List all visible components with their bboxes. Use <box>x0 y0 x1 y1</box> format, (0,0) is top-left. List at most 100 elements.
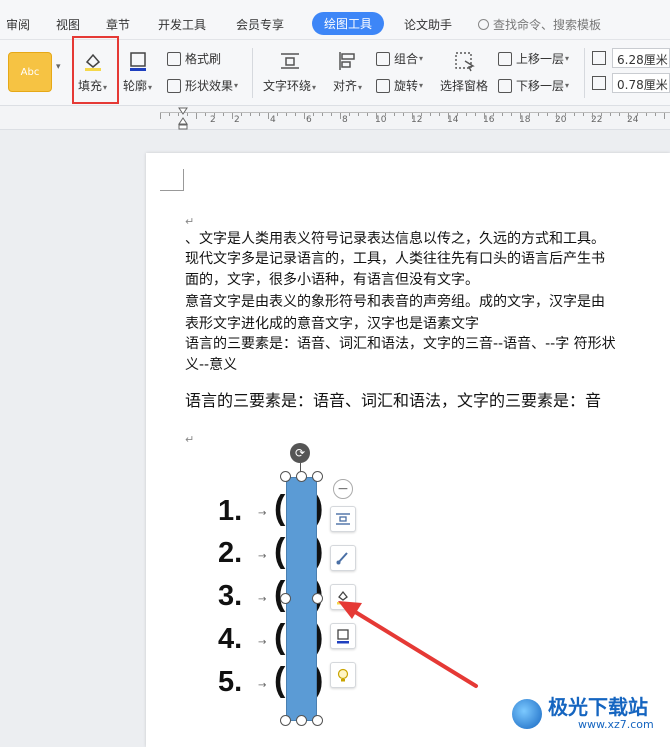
shape-height-input[interactable]: 0.78厘米 <box>612 73 670 93</box>
rotate-handle-icon[interactable]: ⟳ <box>290 443 310 463</box>
ruler-tick <box>520 113 521 119</box>
doc-line: 意音文字是由表义的象形符号和表音的声旁组。成的文字，汉字是由 <box>185 294 605 310</box>
ruler-tick <box>556 113 557 119</box>
layout-options-button[interactable] <box>330 506 356 532</box>
ruler-tick <box>367 113 368 116</box>
resize-handle[interactable] <box>280 715 291 726</box>
format-brush-label: 格式刷 <box>185 52 222 66</box>
text-wrap-icon <box>280 53 299 69</box>
ruler-tick <box>475 113 476 116</box>
shape-style-button[interactable] <box>330 545 356 571</box>
format-brush-button[interactable]: 格式刷 <box>167 50 221 67</box>
shape-style-sample[interactable]: Abc <box>8 52 52 92</box>
collapse-toolbar-icon[interactable]: − <box>333 479 353 499</box>
ruler-tick <box>322 113 323 116</box>
outline-button[interactable]: 轮廓▾ <box>123 50 152 94</box>
ruler-tick <box>304 113 305 119</box>
selection-pane-button[interactable]: 选择窗格 <box>440 50 488 94</box>
tab-chapter[interactable]: 章节 <box>106 16 130 33</box>
shape-effect-label: 形状效果 <box>185 79 234 93</box>
ruler-tick <box>637 113 638 116</box>
quick-outline-button[interactable] <box>330 623 356 649</box>
group-icon <box>376 51 390 66</box>
ruler-tick <box>619 113 620 116</box>
height-icon <box>592 76 606 90</box>
watermark-url: www.xz7.com <box>578 718 654 731</box>
ruler-number: 8 <box>342 115 348 125</box>
send-backward-button[interactable]: 下移一层 ▾ <box>498 77 569 94</box>
watermark-logo-icon <box>512 698 542 729</box>
tab-thesis-assistant[interactable]: 论文助手 <box>404 16 452 33</box>
tab-developer[interactable]: 开发工具 <box>158 16 206 33</box>
bring-forward-icon <box>498 51 512 66</box>
doc-serif-line: 语言的三要素是：语音、词汇和语法，文字的三要素是：音 <box>185 391 602 410</box>
shape-width-input[interactable]: 6.28厘米 <box>612 48 670 68</box>
resize-handle[interactable] <box>312 715 323 726</box>
style-more-icon[interactable]: ▾ <box>56 62 61 72</box>
align-button[interactable]: 对齐▾ <box>333 50 362 94</box>
resize-handle[interactable] <box>312 593 323 604</box>
tab-review[interactable]: 审阅 <box>6 16 30 33</box>
tab-arrow-icon: → <box>258 637 267 648</box>
ruler-track: 2 2 4 6 8 10 12 14 16 18 20 22 24 <box>160 112 670 125</box>
group-label: 组合 <box>394 52 419 66</box>
ruler-tick <box>385 113 386 116</box>
indent-marker-icon[interactable] <box>178 106 188 130</box>
command-search[interactable]: 查找命令、搜索模板 <box>478 16 601 33</box>
resize-handle[interactable] <box>280 593 291 604</box>
resize-handle[interactable] <box>280 471 291 482</box>
text-wrap-button[interactable]: 文字环绕▾ <box>263 50 316 94</box>
doc-line: 面的，文字，很多小语种，有语言但没有文字。 <box>185 272 479 288</box>
open-paren: ( <box>274 532 286 570</box>
shape-effect-button[interactable]: 形状效果 ▾ <box>167 77 238 94</box>
ruler-tick <box>349 113 350 116</box>
list-number: 2. <box>218 537 243 569</box>
ruler-tick <box>412 113 413 119</box>
tab-drawing-tools[interactable]: 绘图工具 <box>312 12 385 35</box>
ruler-tick <box>538 113 539 116</box>
resize-handle[interactable] <box>312 471 323 482</box>
list-number: 3. <box>218 580 243 612</box>
document-page[interactable]: ↵ 、文字是人类用表义符号记录表达信息以传之，久远的方式和工具。 现代文字多是记… <box>146 153 670 747</box>
ruler-tick <box>313 113 314 116</box>
ruler-tick <box>421 113 422 116</box>
rotate-button[interactable]: 旋转 ▾ <box>376 77 423 94</box>
quick-fill-button[interactable] <box>330 584 356 610</box>
bring-forward-label: 上移一层 <box>516 52 565 66</box>
doc-line: 义--意义 <box>185 357 238 373</box>
fill-highlight-box <box>72 36 119 104</box>
tab-view[interactable]: 视图 <box>56 16 80 33</box>
ruler-tick <box>565 113 566 116</box>
open-paren: ( <box>274 489 286 527</box>
page-corner-mark <box>160 169 184 191</box>
ruler-tick <box>403 113 404 116</box>
resize-handle[interactable] <box>296 471 307 482</box>
group-button[interactable]: 组合 ▾ <box>376 50 423 67</box>
ruler-tick <box>628 113 629 119</box>
ruler-tick <box>646 113 647 116</box>
selection-pane-icon <box>455 52 475 72</box>
align-icon <box>338 52 355 70</box>
doc-line: 表形文字进化成的意音文字，汉字也是语素文字 <box>185 316 479 332</box>
ruler-number: 4 <box>270 115 276 125</box>
horizontal-ruler[interactable]: 2 2 4 6 8 10 12 14 16 18 20 22 24 <box>0 106 670 130</box>
ruler-tick <box>376 113 377 119</box>
lightbulb-icon <box>337 668 349 682</box>
ruler-tick <box>601 113 602 116</box>
bring-forward-button[interactable]: 上移一层 ▾ <box>498 50 569 67</box>
tab-member[interactable]: 会员专享 <box>236 16 284 33</box>
resize-handle[interactable] <box>296 715 307 726</box>
ruler-tick <box>232 113 233 119</box>
ruler-tick <box>160 113 161 119</box>
tab-arrow-icon: → <box>258 508 267 519</box>
effect-icon <box>167 78 181 93</box>
ruler-tick <box>664 113 665 119</box>
doc-line: 、文字是人类用表义符号记录表达信息以传之，久远的方式和工具。 <box>185 231 605 247</box>
search-label: 查找命令、搜索模板 <box>493 18 602 32</box>
smart-tips-button[interactable] <box>330 662 356 688</box>
tab-arrow-icon: → <box>258 551 267 562</box>
ruler-tick <box>214 113 215 116</box>
outline-icon <box>337 629 349 644</box>
ruler-number: 2 <box>234 115 240 125</box>
rotate-label: 旋转 <box>394 79 419 93</box>
